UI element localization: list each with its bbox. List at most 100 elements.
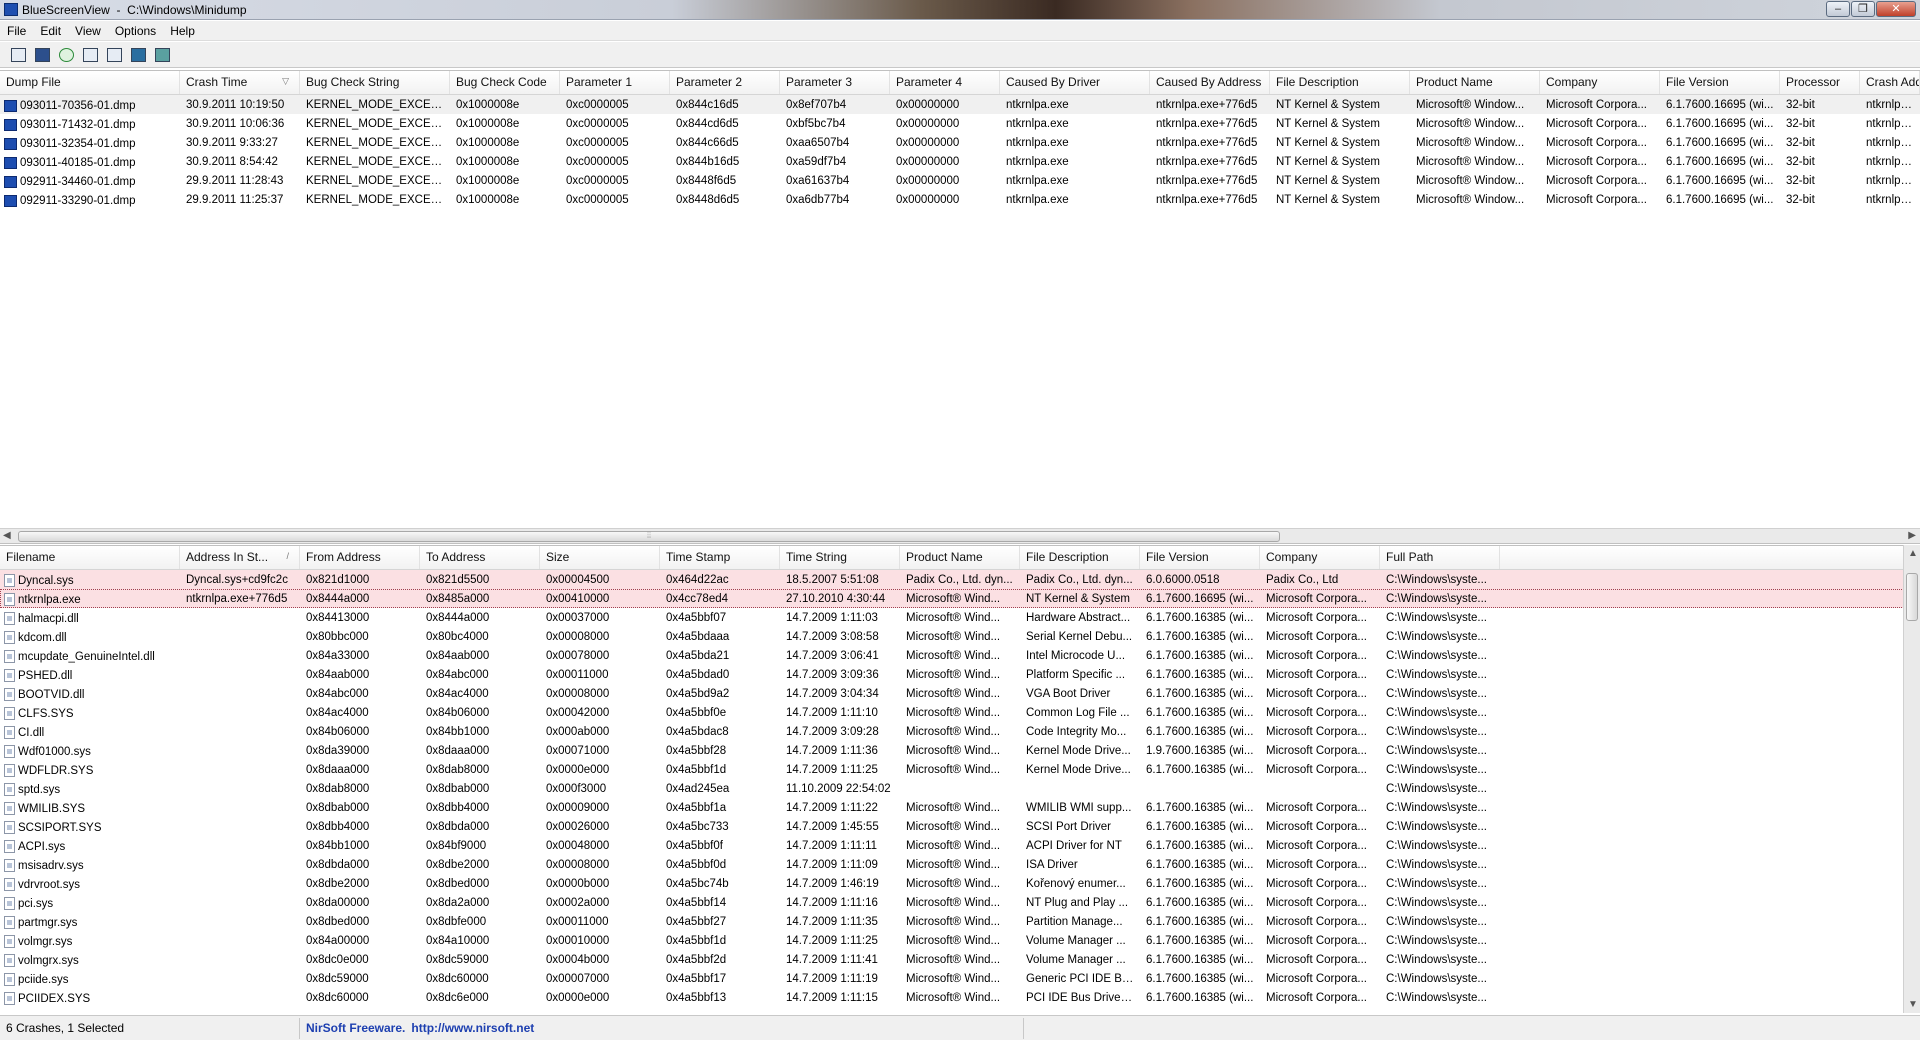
driver-row[interactable]: SCSIPORT.SYS 0x8dbb4000 0x8dbda000 0x000260… xyxy=(0,817,1920,836)
menu-options[interactable]: Options xyxy=(108,21,163,40)
driver-row[interactable]: msisadrv.sys 0x8dbda000 0x8dbe2000 0x000080… xyxy=(0,855,1920,874)
nirsoft-url[interactable]: http://www.nirsoft.net xyxy=(411,1021,534,1035)
driver-row[interactable]: ACPI.sys 0x84bb1000 0x84bf9000 0x00048000 0x… xyxy=(0,836,1920,855)
upper-col-header[interactable]: Parameter 3 xyxy=(780,71,890,94)
lower-col-header[interactable]: Filename xyxy=(0,546,180,569)
table-cell: 0x84ac4000 xyxy=(426,688,489,700)
upper-col-header[interactable]: Product Name xyxy=(1410,71,1540,94)
menu-view[interactable]: View xyxy=(68,21,108,40)
driver-row[interactable]: PSHED.dll 0x84aab000 0x84abc000 0x00011000 0… xyxy=(0,665,1920,684)
upper-col-header[interactable]: Parameter 4 xyxy=(890,71,1000,94)
table-cell: KERNEL_MODE_EXCEPTI... xyxy=(306,137,450,149)
lower-col-header[interactable]: Time String xyxy=(780,546,900,569)
lower-col-header[interactable]: To Address xyxy=(420,546,540,569)
scroll-down-icon[interactable]: ▼ xyxy=(1908,999,1918,1010)
driver-row[interactable]: volmgr.sys 0x84a00000 0x84a10000 0x00010000… xyxy=(0,931,1920,950)
lower-col-header[interactable]: Product Name xyxy=(900,546,1020,569)
scroll-left-icon[interactable]: ◀ xyxy=(3,530,11,541)
lower-col-header[interactable]: Address In St... / xyxy=(180,546,300,569)
driver-row[interactable]: sptd.sys 0x8dab8000 0x8dbab000 0x000f3000 0x… xyxy=(0,779,1920,798)
driver-row[interactable]: ntkrnlpa.exe ntkrnlpa.exe+776d5 0x8444a000… xyxy=(0,589,1920,608)
lower-col-header[interactable]: Company xyxy=(1260,546,1380,569)
table-cell: CI.dll xyxy=(0,722,180,741)
crash-row[interactable]: 093011-40185-01.dmp 30.9.2011 8:54:42 KERN… xyxy=(0,152,1920,171)
scroll-up-icon[interactable]: ▲ xyxy=(1908,548,1918,559)
lower-col-header[interactable]: File Description xyxy=(1020,546,1140,569)
table-cell: C:\Windows\syste... xyxy=(1386,935,1487,947)
driver-row[interactable]: pciide.sys 0x8dc59000 0x8dc60000 0x00007000… xyxy=(0,969,1920,988)
driver-row[interactable]: PCIIDEX.SYS 0x8dc60000 0x8dc6e000 0x0000e00… xyxy=(0,988,1920,1007)
driver-row[interactable]: mcupdate_GenuineIntel.dll 0x84a33000 0x84a… xyxy=(0,646,1920,665)
lower-col-header[interactable]: File Version xyxy=(1140,546,1260,569)
lower-col-header[interactable]: From Address xyxy=(300,546,420,569)
open-folder-button[interactable] xyxy=(8,45,28,65)
driver-row[interactable]: WDFLDR.SYS 0x8daaa000 0x8dab8000 0x0000e000… xyxy=(0,760,1920,779)
table-cell: 0x844c16d5 xyxy=(676,99,739,111)
table-cell: 0x84abc000 xyxy=(426,669,489,681)
driver-row[interactable]: CLFS.SYS 0x84ac4000 0x84b06000 0x00042000 0x… xyxy=(0,703,1920,722)
lower-col-header[interactable]: Time Stamp xyxy=(660,546,780,569)
upper-col-header[interactable]: Crash Add xyxy=(1860,71,1920,94)
table-cell: ntkrnlpa.e xyxy=(1866,118,1917,130)
properties-button[interactable] xyxy=(104,45,124,65)
table-cell: 30.9.2011 10:06:36 xyxy=(186,118,285,130)
crash-row[interactable]: 093011-71432-01.dmp 30.9.2011 10:06:36 KER… xyxy=(0,114,1920,133)
table-cell: Microsoft® Wind... xyxy=(906,935,1001,947)
table-cell: 0xbf5bc7b4 xyxy=(786,118,846,130)
vertical-scrollbar[interactable]: ▲ ▼ xyxy=(1903,545,1920,1013)
upper-col-header[interactable]: Processor xyxy=(1780,71,1860,94)
table-cell xyxy=(900,779,1020,798)
upper-col-header[interactable]: Bug Check String xyxy=(300,71,450,94)
refresh-button[interactable] xyxy=(56,45,76,65)
cell-text: partmgr.sys xyxy=(18,916,78,929)
upper-col-header[interactable]: Caused By Address xyxy=(1150,71,1270,94)
upper-col-header[interactable]: File Version xyxy=(1660,71,1780,94)
menu-file[interactable]: File xyxy=(0,21,33,40)
upper-col-header[interactable]: Crash Time ▽ xyxy=(180,71,300,94)
minimize-button[interactable]: ‒ xyxy=(1826,1,1850,17)
driver-row[interactable]: pci.sys 0x8da00000 0x8da2a000 0x0002a000 0x4… xyxy=(0,893,1920,912)
maximize-button[interactable]: ❐ xyxy=(1851,1,1875,17)
driver-row[interactable]: halmacpi.dll 0x84413000 0x8444a000 0x000370… xyxy=(0,608,1920,627)
driver-row[interactable]: Dyncal.sys Dyncal.sys+cd9fc2c 0x821d1000 0x… xyxy=(0,570,1920,589)
table-cell: Microsoft Corpora... xyxy=(1266,764,1367,776)
nirsoft-link[interactable]: NirSoft Freeware. http://www.nirsoft.net xyxy=(300,1017,1024,1039)
upper-col-header[interactable]: Caused By Driver xyxy=(1000,71,1150,94)
vertical-scroll-thumb[interactable] xyxy=(1906,573,1918,621)
exit-button[interactable] xyxy=(152,45,172,65)
upper-col-header[interactable]: Parameter 2 xyxy=(670,71,780,94)
driver-row[interactable]: vdrvroot.sys 0x8dbe2000 0x8dbed000 0x0000b0… xyxy=(0,874,1920,893)
upper-col-header[interactable]: Bug Check Code xyxy=(450,71,560,94)
crash-row[interactable]: 093011-70356-01.dmp 30.9.2011 10:19:50 KER… xyxy=(0,95,1920,114)
driver-row[interactable]: Wdf01000.sys 0x8da39000 0x8daaa000 0x000710… xyxy=(0,741,1920,760)
menu-help[interactable]: Help xyxy=(163,21,202,40)
upper-col-header[interactable]: Parameter 1 xyxy=(560,71,670,94)
upper-col-header[interactable]: Company xyxy=(1540,71,1660,94)
crash-row[interactable]: 092911-34460-01.dmp 29.9.2011 11:28:43 KER… xyxy=(0,171,1920,190)
horizontal-scrollbar[interactable]: ◀ ⦙⦙ ▶ xyxy=(0,528,1920,544)
dump-file-icon xyxy=(4,118,17,131)
copy-button[interactable] xyxy=(80,45,100,65)
driver-row[interactable]: CI.dll 0x84b06000 0x84bb1000 0x000ab000 0x4a… xyxy=(0,722,1920,741)
horizontal-scroll-thumb[interactable]: ⦙⦙ xyxy=(18,530,1280,542)
crash-row[interactable]: 092911-33290-01.dmp 29.9.2011 11:25:37 KER… xyxy=(0,190,1920,209)
save-button[interactable] xyxy=(32,45,52,65)
table-cell: 14.7.2009 1:45:55 xyxy=(786,821,879,833)
table-cell: 14.7.2009 1:11:15 xyxy=(786,992,878,1004)
html-report-button[interactable] xyxy=(128,45,148,65)
driver-row[interactable]: BOOTVID.dll 0x84abc000 0x84ac4000 0x0000800… xyxy=(0,684,1920,703)
driver-row[interactable]: kdcom.dll 0x80bbc000 0x80bc4000 0x00008000 0… xyxy=(0,627,1920,646)
lower-col-header[interactable]: Full Path xyxy=(1380,546,1500,569)
close-button[interactable]: ✕ xyxy=(1876,1,1916,17)
cell-text: volmgrx.sys xyxy=(18,954,79,967)
upper-col-header[interactable]: Dump File xyxy=(0,71,180,94)
driver-row[interactable]: volmgrx.sys 0x8dc0e000 0x8dc59000 0x0004b00… xyxy=(0,950,1920,969)
upper-col-header[interactable]: File Description xyxy=(1270,71,1410,94)
driver-row[interactable]: partmgr.sys 0x8dbed000 0x8dbfe000 0x0001100… xyxy=(0,912,1920,931)
crash-row[interactable]: 093011-32354-01.dmp 30.9.2011 9:33:27 KERN… xyxy=(0,133,1920,152)
scroll-right-icon[interactable]: ▶ xyxy=(1908,530,1916,541)
lower-col-header[interactable]: Size xyxy=(540,546,660,569)
menu-edit[interactable]: Edit xyxy=(33,21,68,40)
driver-row[interactable]: WMILIB.SYS 0x8dbab000 0x8dbb4000 0x00009000… xyxy=(0,798,1920,817)
table-cell: 0x4a5bdac8 xyxy=(666,726,729,738)
